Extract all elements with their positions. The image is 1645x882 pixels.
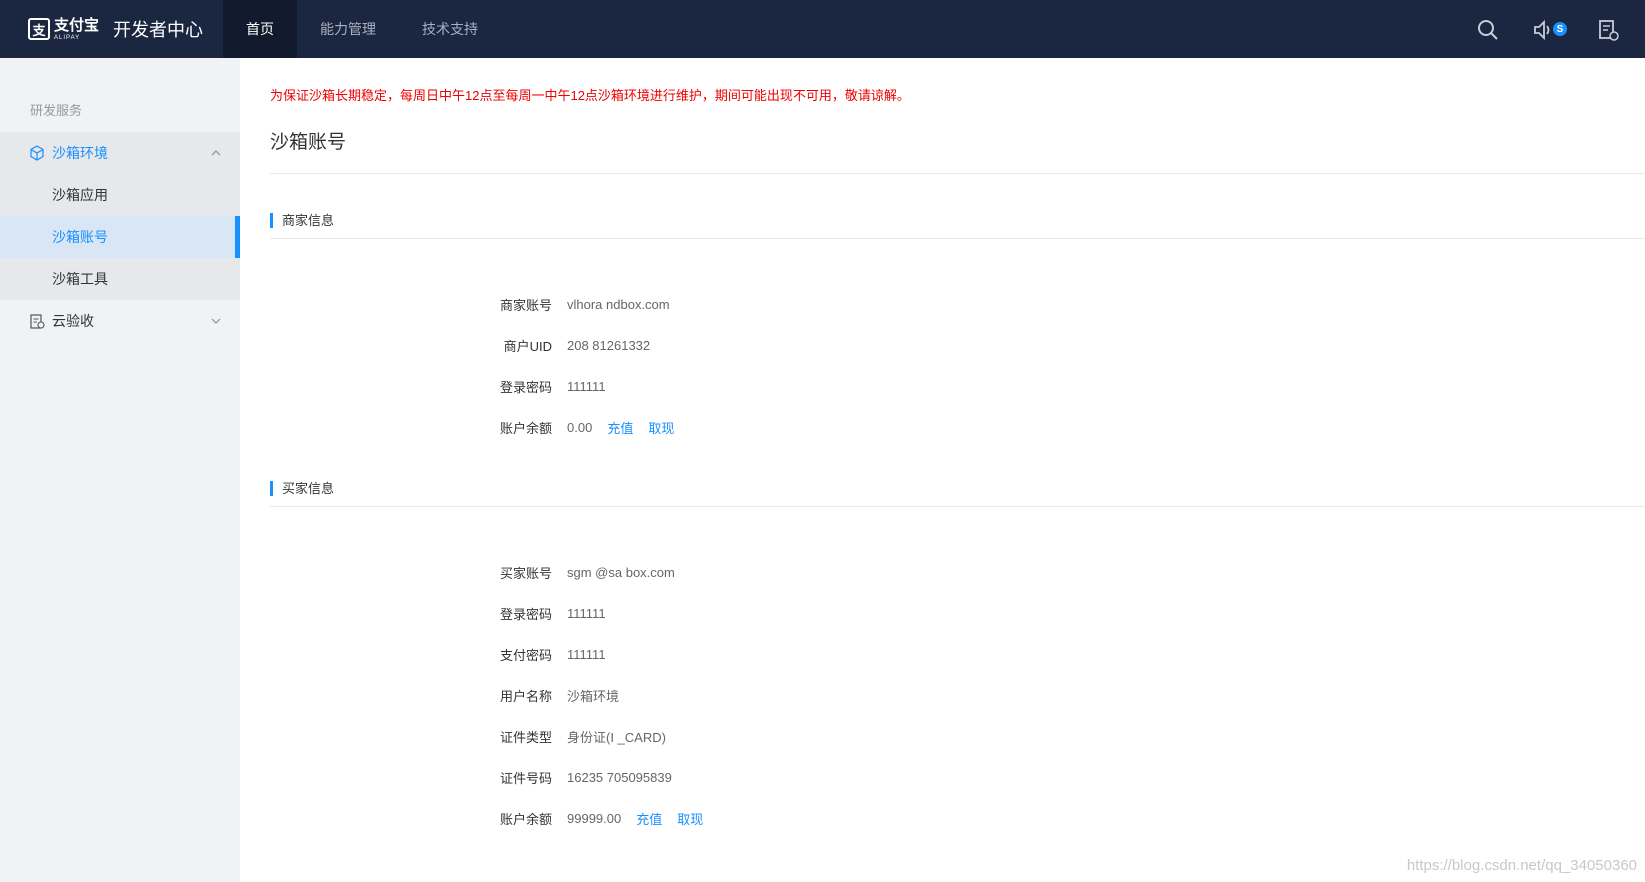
field-label: 商户UID xyxy=(503,338,552,354)
buyer-section-title: 买家信息 xyxy=(270,481,334,496)
sidebar-item-label: 沙箱应用 xyxy=(52,187,108,203)
field-label: 账户余额 xyxy=(499,811,552,827)
cube-icon xyxy=(30,145,44,161)
merchant-password-row: 登录密码 111111 xyxy=(440,376,606,396)
alipay-logo-icon: 支 xyxy=(28,18,50,40)
merchant-account-row: 商家账号 vlhora ndbox.com xyxy=(440,294,670,314)
alipay-logo[interactable]: 支 支付宝 ALIPAY 开发者中心 xyxy=(28,0,203,58)
field-label: 支付密码 xyxy=(499,647,552,663)
nav-capability[interactable]: 能力管理 xyxy=(297,0,399,58)
sidebar-item-sandbox-account[interactable]: 沙箱账号 xyxy=(0,216,240,258)
merchant-uid-value: 208 81261332 xyxy=(567,337,651,353)
buyer-id-number-row: 证件号码 16235 705095839 xyxy=(440,767,672,787)
buyer-pay-password-row: 支付密码 111111 xyxy=(440,644,606,664)
merchant-divider xyxy=(270,238,1645,239)
buyer-id-type-value: 身份证(I _CARD) xyxy=(567,729,666,745)
sidebar: 研发服务 沙箱环境 沙箱应用 沙箱账号 沙箱工具 云验收 xyxy=(0,58,240,882)
field-label: 商家账号 xyxy=(499,297,552,313)
field-label: 证件号码 xyxy=(499,770,552,786)
brand-en: ALIPAY xyxy=(54,34,81,41)
sidebar-item-label: 云验收 xyxy=(52,313,94,329)
buyer-pay-password-value: 111111 xyxy=(567,646,606,662)
merchant-withdraw-link[interactable]: 取现 xyxy=(648,418,674,437)
field-label: 买家账号 xyxy=(499,565,552,581)
merchant-section-title: 商家信息 xyxy=(270,213,334,228)
field-label: 证件类型 xyxy=(499,729,552,745)
sidebar-item-cloud-acceptance[interactable]: 云验收 xyxy=(0,300,240,342)
buyer-divider xyxy=(270,506,1645,507)
document-icon[interactable] xyxy=(1596,18,1620,42)
sidebar-item-label: 沙箱环境 xyxy=(52,145,108,161)
nav-support[interactable]: 技术支持 xyxy=(399,0,501,58)
page-title: 沙箱账号 xyxy=(270,132,347,153)
buyer-id-number-value: 16235 705095839 xyxy=(567,769,672,785)
buyer-login-password-value: 111111 xyxy=(567,605,606,621)
search-icon[interactable] xyxy=(1476,18,1500,42)
merchant-uid-row: 商户UID 208 81261332 xyxy=(440,335,651,355)
field-label: 用户名称 xyxy=(499,688,552,704)
merchant-balance-row: 账户余额 0.00 充值 取现 xyxy=(440,417,674,437)
watermark: https://blog.csdn.net/qq_34050360 xyxy=(1406,857,1637,874)
merchant-balance-value: 0.00 xyxy=(567,419,593,435)
buyer-username-value: 沙箱环境 xyxy=(567,688,620,704)
buyer-account-value: sgm @sa box.com xyxy=(567,564,675,580)
brand-cn: 支付宝 xyxy=(54,16,100,34)
top-navbar: 支 支付宝 ALIPAY 开发者中心 首页 能力管理 技术支持 xyxy=(0,0,1645,58)
buyer-recharge-link[interactable]: 充值 xyxy=(636,809,662,828)
sidebar-item-sandbox-env[interactable]: 沙箱环境 xyxy=(0,132,240,174)
notification-badge: S xyxy=(1553,22,1567,36)
clipboard-check-icon xyxy=(30,314,45,329)
merchant-account-value: vlhora ndbox.com xyxy=(567,296,670,312)
buyer-withdraw-link[interactable]: 取现 xyxy=(677,809,703,828)
buyer-account-row: 买家账号 sgm @sa box.com xyxy=(440,562,675,582)
sidebar-item-sandbox-tools[interactable]: 沙箱工具 xyxy=(0,258,240,300)
buyer-id-type-row: 证件类型 身份证(I _CARD) xyxy=(440,726,666,746)
merchant-password-value: 111111 xyxy=(567,378,606,394)
buyer-balance-row: 账户余额 99999.00 充值 取现 xyxy=(440,808,703,828)
sidebar-item-sandbox-app[interactable]: 沙箱应用 xyxy=(0,174,240,216)
buyer-login-password-row: 登录密码 111111 xyxy=(440,603,606,623)
sidebar-item-label: 沙箱账号 xyxy=(52,229,108,245)
field-label: 登录密码 xyxy=(499,606,552,622)
chevron-down-icon xyxy=(211,318,221,324)
maintenance-notice: 为保证沙箱长期稳定，每周日中午12点至每周一中午12点沙箱环境进行维护，期间可能… xyxy=(270,88,910,103)
title-divider xyxy=(270,173,1645,174)
chevron-up-icon xyxy=(211,150,221,156)
field-label: 登录密码 xyxy=(499,379,552,395)
main-nav: 首页 能力管理 技术支持 xyxy=(223,0,501,58)
nav-home[interactable]: 首页 xyxy=(223,0,297,58)
buyer-balance-value: 99999.00 xyxy=(567,810,622,826)
field-label: 账户余额 xyxy=(499,420,552,436)
sidebar-group-title: 研发服务 xyxy=(30,103,83,118)
sidebar-item-label: 沙箱工具 xyxy=(52,271,108,287)
buyer-username-row: 用户名称 沙箱环境 xyxy=(440,685,619,705)
site-title: 开发者中心 xyxy=(113,20,204,40)
merchant-recharge-link[interactable]: 充值 xyxy=(607,418,633,437)
